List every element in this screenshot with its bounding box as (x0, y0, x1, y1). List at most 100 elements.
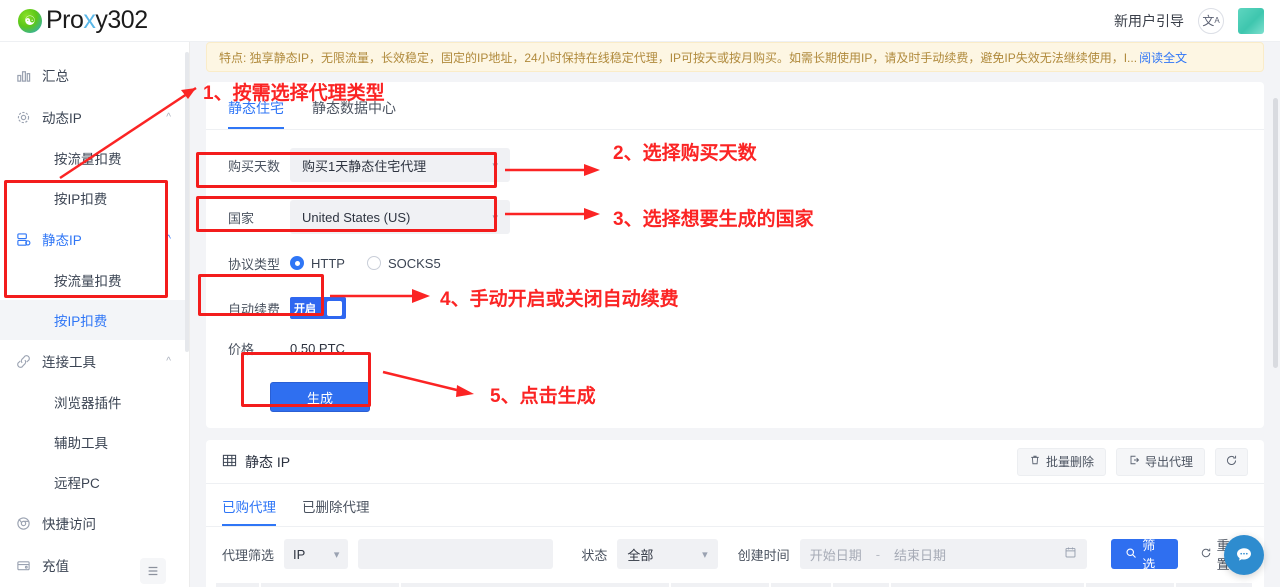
proxy-filter-select[interactable]: IP ▾ (284, 539, 349, 569)
top-header: ☯ Proxy302 新用户引导 文A (0, 0, 1280, 42)
sidebar-subitem-helper-tools[interactable]: 辅助工具 (0, 422, 189, 462)
refresh-table-button[interactable] (1215, 447, 1248, 476)
sidebar-subitem-label: 浏览器插件 (54, 396, 122, 411)
price-value: 0.50 PTC (290, 340, 345, 356)
purchase-tabs: 静态住宅 静态数据中心 (206, 88, 1264, 130)
sidebar-item-connect-tools[interactable]: 连接工具 ^ (0, 340, 189, 382)
country-value: United States (US) (302, 209, 411, 225)
refresh-icon (1200, 547, 1212, 562)
date-start-placeholder: 开始日期 (809, 547, 862, 563)
table-header-cell (771, 583, 833, 587)
translate-icon[interactable]: 文A (1198, 7, 1224, 34)
filter-button[interactable]: 筛选 (1111, 538, 1178, 572)
auto-renew-toggle[interactable]: 开启 (290, 297, 346, 319)
sidebar-subitem-static-traffic[interactable]: 按流量扣费 (0, 260, 189, 300)
table-card-header: 静态 IP 批量删除 导出代理 (206, 440, 1264, 484)
sidebar-subitem-dynamic-perip[interactable]: 按IP扣费 (0, 178, 189, 218)
notice-text: 特点: 独享静态IP，无限流量，长效稳定，固定的IP地址，24小时保持在线稳定代… (219, 50, 1138, 65)
purchase-days-select[interactable]: 购买1天静态住宅代理 ▾ (290, 148, 510, 182)
chat-bubble-icon[interactable] (1224, 535, 1264, 575)
sidebar-subitem-browser-extension[interactable]: 浏览器插件 (0, 382, 189, 422)
brand-logo[interactable]: ☯ Proxy302 (18, 6, 148, 35)
wallet-icon (16, 558, 38, 573)
row-protocol: 协议类型 HTTP SOCKS5 (228, 252, 1264, 274)
sidebar-item-dynamic-ip[interactable]: 动态IP ^ (0, 96, 189, 138)
row-auto-renew: 自动续费 开启 (228, 296, 1264, 320)
sidebar-subitem-static-perip[interactable]: 按IP扣费 (0, 300, 189, 340)
radio-http-label: HTTP (311, 255, 345, 271)
sidebar-subitem-dynamic-traffic[interactable]: 按流量扣费 (0, 138, 189, 178)
header-actions: 新用户引导 文A (1114, 7, 1264, 34)
proxy302-logo-icon: ☯ (18, 8, 42, 33)
table-header-cell (401, 583, 671, 587)
sidebar-item-label: 动态IP (42, 111, 82, 126)
sidebar-subitem-label: 按流量扣费 (54, 152, 122, 167)
export-icon (1128, 454, 1140, 469)
table-header-cell (891, 583, 1086, 587)
created-time-label: 创建时间 (737, 547, 790, 563)
sidebar-item-label: 充值 (42, 559, 69, 574)
batch-delete-label: 批量删除 (1045, 455, 1094, 469)
table-header-cell (833, 583, 891, 587)
proxy-filter-value: IP (293, 546, 306, 562)
created-date-range-picker[interactable]: 开始日期 - 结束日期 (799, 539, 1088, 569)
sidebar-subitem-remote-pc[interactable]: 远程PC (0, 462, 189, 502)
radio-socks5[interactable]: SOCKS5 (366, 255, 441, 271)
radio-dot-icon (290, 256, 304, 270)
new-user-guide-link[interactable]: 新用户引导 (1114, 11, 1184, 31)
tab-static-datacenter[interactable]: 静态数据中心 (312, 98, 396, 129)
price-label: 价格 (228, 341, 255, 357)
chevron-down-icon: ▾ (492, 159, 498, 172)
status-value: 全部 (627, 547, 654, 563)
protocol-label: 协议类型 (228, 256, 281, 272)
date-separator: - (875, 546, 881, 562)
purchase-days-label: 购买天数 (228, 158, 281, 174)
sidebar-subitem-label: 辅助工具 (54, 436, 108, 451)
chrome-icon (16, 516, 38, 531)
notice-banner: 特点: 独享静态IP，无限流量，长效稳定，固定的IP地址，24小时保持在线稳定代… (206, 42, 1264, 72)
auto-renew-label: 自动续费 (228, 301, 281, 317)
table-header-row (216, 583, 1254, 587)
table-actions: 批量删除 导出代理 (1016, 447, 1248, 476)
row-generate: 生成 (270, 382, 1264, 412)
radio-http[interactable]: HTTP (290, 256, 345, 271)
table-title-text: 静态 IP (245, 453, 291, 470)
gear-dynamic-icon (16, 110, 38, 125)
brand-name: Proxy302 (46, 6, 148, 34)
chevron-up-icon: ^ (166, 233, 171, 245)
sidebar-item-summary[interactable]: 汇总 (0, 54, 189, 96)
sidebar-subitem-label: 按流量扣费 (54, 274, 122, 289)
country-select[interactable]: United States (US) ▾ (290, 200, 510, 234)
table-header-cell (671, 583, 771, 587)
table-tabs: 已购代理 已删除代理 (206, 484, 1264, 527)
tab-purchased-proxies[interactable]: 已购代理 (222, 496, 276, 526)
proxy-search-input[interactable] (358, 539, 554, 569)
sidebar-item-static-ip[interactable]: 静态IP ^ (0, 218, 189, 260)
table-filters: 代理筛选 IP ▾ 状态 全部 ▾ 创建时间 开始日期 - 结束日期 筛选 重置 (206, 527, 1264, 579)
filter-button-label: 筛选 (1142, 538, 1156, 572)
radio-dot-icon (366, 256, 381, 270)
radio-socks5-label: SOCKS5 (387, 255, 441, 271)
main-scrollbar[interactable] (1273, 98, 1278, 368)
export-proxy-button[interactable]: 导出代理 (1115, 447, 1205, 476)
purchase-days-value: 购买1天静态住宅代理 (302, 158, 427, 174)
sidebar-scrollbar[interactable] (185, 52, 189, 352)
sidebar-item-label: 静态IP (42, 233, 82, 248)
app-root: ☯ Proxy302 新用户引导 文A 汇总 动态IP ^ 按流量扣费 按IP扣… (0, 0, 1280, 587)
row-price: 价格 0.50 PTC (228, 338, 1264, 358)
table-header-cell (261, 583, 401, 587)
generate-button[interactable]: 生成 (270, 382, 370, 412)
tab-deleted-proxies[interactable]: 已删除代理 (302, 496, 370, 526)
calendar-icon (1064, 546, 1077, 562)
read-full-link[interactable]: 阅读全文 (1139, 49, 1187, 66)
batch-delete-button[interactable]: 批量删除 (1016, 447, 1106, 476)
sidebar: 汇总 动态IP ^ 按流量扣费 按IP扣费 静态IP ^ 按流量扣费 按IP扣费… (0, 42, 190, 587)
avatar[interactable] (1238, 7, 1264, 34)
collapse-sidebar-icon[interactable] (140, 558, 166, 584)
table-header-cell (216, 583, 261, 587)
tab-static-residential[interactable]: 静态住宅 (228, 98, 284, 129)
sidebar-item-quick-access[interactable]: 快捷访问 (0, 502, 189, 544)
bar-chart-icon (16, 68, 38, 83)
status-select[interactable]: 全部 ▾ (617, 539, 718, 569)
toggle-knob (327, 300, 342, 316)
